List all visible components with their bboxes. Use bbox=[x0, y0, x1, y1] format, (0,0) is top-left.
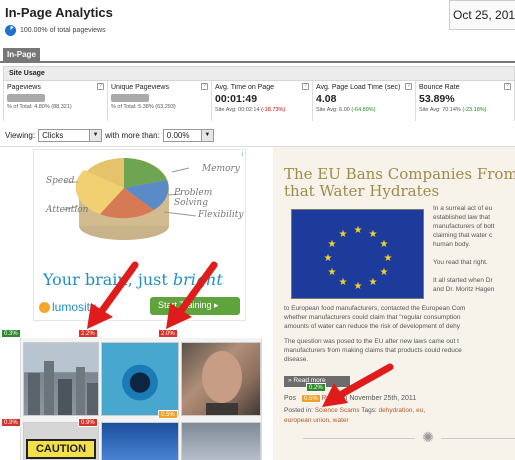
svg-text:★: ★ bbox=[328, 239, 337, 250]
header: In-Page Analytics 100.00% of total pagev… bbox=[0, 0, 515, 46]
tab-in-page[interactable]: In-Page bbox=[3, 48, 40, 63]
metric-value: 00:01:49 bbox=[215, 93, 258, 105]
thumbnail-grey[interactable] bbox=[181, 422, 261, 460]
red-arrow-icon bbox=[87, 261, 139, 329]
date-range-picker[interactable]: Oct 25, 201 bbox=[449, 0, 515, 30]
red-arrow-icon bbox=[166, 261, 218, 329]
thumbnail-blue[interactable] bbox=[101, 422, 179, 460]
more-than-label: with more than: bbox=[105, 130, 160, 140]
ornament-icon: ✺ bbox=[422, 429, 434, 445]
face-graphic bbox=[202, 351, 242, 415]
tab-bar: In-Page bbox=[0, 48, 515, 63]
svg-text:★: ★ bbox=[328, 267, 337, 278]
help-icon[interactable]: ? bbox=[302, 83, 309, 90]
metric-select-value: Clicks bbox=[42, 130, 64, 140]
svg-text:★: ★ bbox=[354, 281, 363, 292]
metric-value-redacted bbox=[111, 94, 149, 102]
caution-sign: CAUTION bbox=[26, 439, 96, 459]
site-usage-tab[interactable]: Site Usage bbox=[3, 66, 515, 81]
viewing-controls: Viewing: Clicks ▼ with more than: 0.00% … bbox=[5, 128, 214, 142]
metric-pageviews[interactable]: Pageviews % of Total: 4.80% (88,321) ? bbox=[4, 81, 108, 121]
metric-unique-pageviews[interactable]: Unique Pageviews % of Total: 5.38% (63,2… bbox=[108, 81, 212, 121]
svg-text:★: ★ bbox=[380, 239, 389, 250]
metric-label: Unique Pageviews bbox=[111, 84, 169, 91]
click-badge[interactable]: 2.2% bbox=[78, 329, 98, 338]
metric-label: Avg. Page Load Time (sec) bbox=[316, 84, 401, 91]
help-icon[interactable]: ? bbox=[97, 83, 104, 90]
chevron-down-icon[interactable]: ▼ bbox=[200, 129, 213, 141]
metric-label: Avg. Time on Page bbox=[215, 84, 275, 91]
click-badge[interactable]: 0.9% bbox=[78, 418, 98, 427]
help-icon[interactable]: ? bbox=[405, 83, 412, 90]
blog-post: The EU Bans Companies From Cla that Wate… bbox=[273, 147, 515, 460]
red-arrow-icon bbox=[322, 363, 394, 407]
post-paragraph: The question was posed to the EU after n… bbox=[284, 338, 462, 363]
page-title: In-Page Analytics bbox=[5, 5, 113, 20]
eu-stars-graphic: ★ ★★ ★★★ ★★★ ★★★ bbox=[324, 225, 393, 292]
lumosity-icon bbox=[39, 301, 50, 313]
metric-sub: Site Avg: 70.14% (-23.18%) bbox=[419, 107, 487, 113]
pie-chart-icon bbox=[5, 25, 16, 36]
ad-word: Problem Solving bbox=[174, 188, 213, 208]
metric-avg-time-on-page[interactable]: Avg. Time on Page 00:01:49 Site Avg: 00:… bbox=[212, 81, 313, 121]
metric-label: Pageviews bbox=[7, 84, 41, 91]
thumbnail-blue-hole[interactable] bbox=[101, 342, 179, 416]
post-title[interactable]: The EU Bans Companies From Cla that Wate… bbox=[284, 166, 515, 200]
metric-bounce-rate[interactable]: Bounce Rate 53.89% Site Avg: 70.14% (-23… bbox=[416, 81, 515, 121]
threshold-select[interactable]: 0.00% ▼ bbox=[162, 128, 214, 142]
metric-select[interactable]: Clicks ▼ bbox=[38, 128, 103, 142]
related-thumbnails: CAUTION bbox=[20, 338, 262, 460]
click-badge[interactable]: 0.9% bbox=[1, 418, 21, 427]
threshold-select-value: 0.00% bbox=[166, 130, 190, 140]
divider bbox=[441, 438, 515, 439]
pageviews-note-text: 100.00% of total pageviews bbox=[20, 27, 106, 34]
ad-word: Speed bbox=[46, 176, 75, 186]
metric-value: 4.08 bbox=[316, 93, 337, 105]
help-icon[interactable]: ? bbox=[201, 83, 208, 90]
chevron-down-icon[interactable]: ▼ bbox=[89, 129, 102, 141]
eu-flag-image: ★ ★ ★ ★ ★ ★ ★ ★ ★ ★ ★ ★ bbox=[291, 209, 424, 299]
metric-label: Bounce Rate bbox=[419, 84, 460, 91]
metric-sub: % of Total: 5.38% (63,293) bbox=[111, 104, 176, 110]
help-icon[interactable]: ? bbox=[504, 83, 511, 90]
skyline-graphic bbox=[28, 361, 98, 415]
ad-word: Attention bbox=[46, 205, 89, 215]
svg-text:★: ★ bbox=[354, 225, 363, 236]
svg-text:★: ★ bbox=[339, 277, 348, 288]
metric-value: 53.89% bbox=[419, 93, 455, 105]
post-paragraph: to European food manufacturers, contacte… bbox=[284, 305, 466, 330]
svg-text:★: ★ bbox=[380, 267, 389, 278]
pageviews-note: 100.00% of total pageviews bbox=[5, 25, 106, 36]
svg-text:★: ★ bbox=[369, 277, 378, 288]
metric-sub: % of Total: 4.80% (88,321) bbox=[7, 104, 72, 110]
page-preview: i Memory Speed Problem Solving Attention… bbox=[0, 146, 515, 460]
thumbnail-city[interactable] bbox=[23, 342, 99, 416]
click-badge[interactable]: 0.5% bbox=[158, 410, 178, 419]
ad-word: Memory bbox=[202, 164, 240, 174]
click-badge[interactable]: 2.0% bbox=[158, 329, 178, 338]
svg-text:★: ★ bbox=[369, 229, 378, 240]
metric-sub: Site Avg: 00:02:14 (-18.73%) bbox=[215, 107, 286, 113]
post-excerpt-side: In a surreal act of eu established law th… bbox=[433, 205, 495, 293]
svg-text:★: ★ bbox=[324, 253, 333, 264]
metric-avg-page-load-time[interactable]: Avg. Page Load Time (sec) 4.08 Site Avg:… bbox=[313, 81, 416, 121]
ad-word: Flexibility bbox=[198, 210, 244, 220]
svg-text:★: ★ bbox=[384, 253, 393, 264]
svg-text:★: ★ bbox=[339, 229, 348, 240]
metrics-bar: Pageviews % of Total: 4.80% (88,321) ? U… bbox=[3, 81, 515, 121]
viewing-label: Viewing: bbox=[5, 130, 36, 140]
thumbnail-portrait[interactable] bbox=[181, 342, 261, 416]
metric-sub: Site Avg: 6.00 (-64.89%) bbox=[316, 107, 376, 113]
click-badge[interactable]: 0.3% bbox=[1, 329, 21, 338]
tags-link[interactable]: european union, water bbox=[284, 417, 349, 424]
metric-value-redacted bbox=[7, 94, 45, 102]
divider bbox=[303, 438, 415, 439]
